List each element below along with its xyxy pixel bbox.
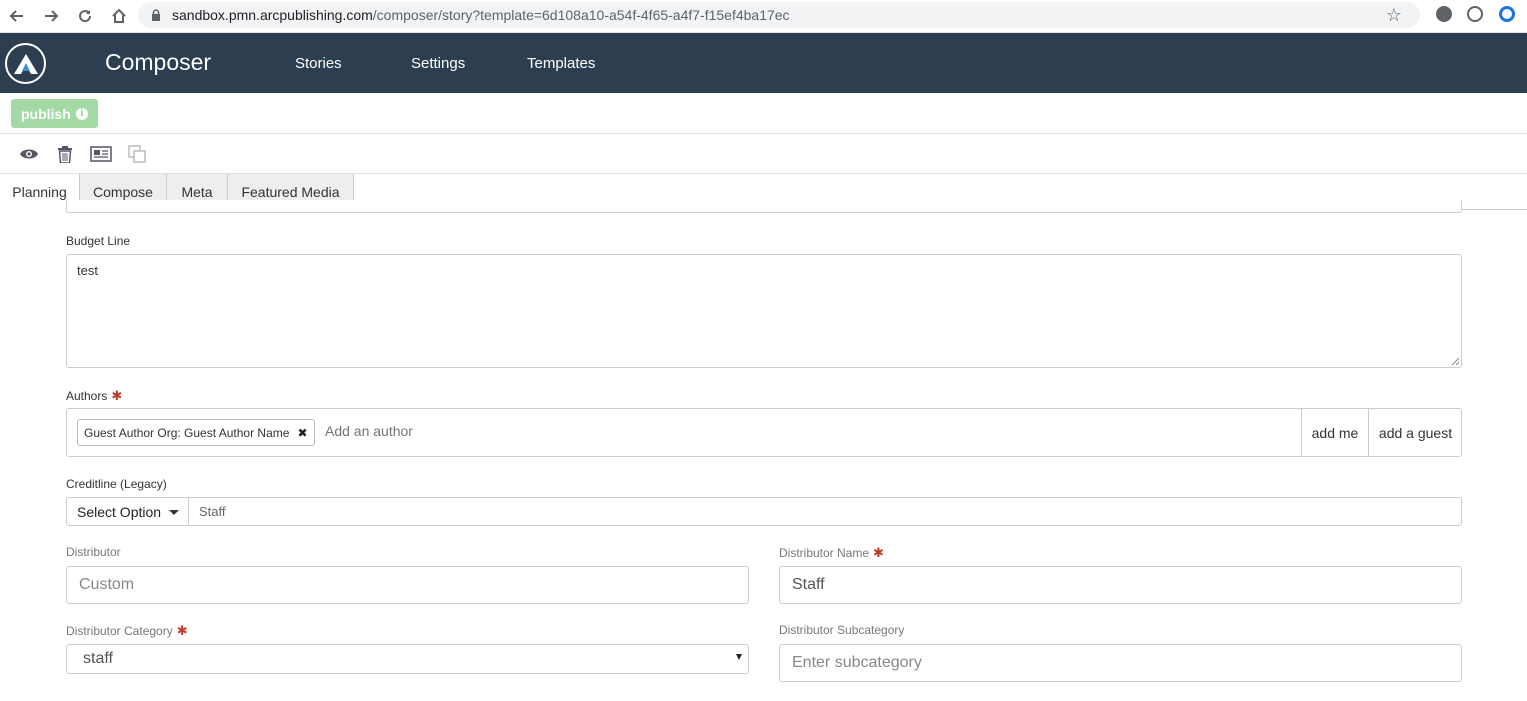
info-icon: i (75, 107, 88, 120)
extension-icon[interactable] (1436, 6, 1452, 22)
profile-icon[interactable] (1499, 6, 1515, 22)
url-path: /composer/story?template=6d108a10-a54f-4… (372, 7, 790, 23)
author-chip-label: Guest Author Org: Guest Author Name (84, 425, 290, 440)
creditline-select-label: Select Option (77, 504, 162, 520)
copy-icon[interactable] (126, 143, 148, 165)
scrolled-field-edge (66, 200, 1462, 213)
creditline-select[interactable]: Select Option (67, 498, 189, 526)
reload-icon[interactable] (68, 0, 102, 33)
publish-label: publish (21, 105, 71, 122)
budget-line-label: Budget Line (66, 234, 131, 248)
back-icon[interactable] (0, 0, 34, 33)
address-bar[interactable]: sandbox.pmn.arcpublishing.com/composer/s… (138, 2, 1420, 28)
bookmark-star-icon[interactable]: ☆ (1386, 5, 1402, 26)
distributor-subcategory-label: Distributor Subcategory (779, 623, 905, 637)
preview-eye-icon[interactable] (18, 143, 40, 165)
app-header: Composer Stories Settings Templates (0, 33, 1527, 93)
add-me-button[interactable]: add me (1301, 409, 1368, 456)
distributor-category-select[interactable]: staff (66, 644, 749, 674)
distributor-name-label: Distributor Name ✱ (779, 545, 884, 561)
nav-templates[interactable]: Templates (527, 55, 595, 72)
story-toolbar (0, 134, 1527, 174)
creditline-field: Select Option Staff (66, 497, 1462, 526)
distributor-name-label-text: Distributor Name (779, 546, 870, 560)
trash-icon[interactable] (54, 143, 76, 165)
forward-icon[interactable] (34, 0, 68, 33)
dropdown-arrow-icon (736, 654, 742, 660)
authors-field: Guest Author Org: Guest Author Name ✖ ad… (66, 408, 1462, 457)
distributor-name-input[interactable]: Staff (779, 566, 1462, 604)
distributor-category-label-text: Distributor Category (66, 624, 173, 638)
authors-label-text: Authors (66, 389, 108, 403)
newspaper-icon[interactable] (89, 143, 113, 165)
caret-down-icon (169, 509, 180, 515)
arc-logo-icon[interactable] (5, 43, 46, 84)
distributor-label: Distributor (66, 545, 121, 559)
resize-handle-icon[interactable] (1450, 356, 1460, 366)
distributor-category-value: staff (83, 650, 113, 667)
browser-bar: sandbox.pmn.arcpublishing.com/composer/s… (0, 0, 1527, 33)
required-mark: ✱ (111, 388, 123, 403)
distributor-input[interactable]: Custom (66, 566, 749, 604)
add-author-input[interactable] (325, 423, 1025, 439)
author-chip: Guest Author Org: Guest Author Name ✖ (77, 419, 315, 446)
creditline-label: Creditline (Legacy) (66, 477, 167, 491)
budget-line-textarea[interactable]: test (66, 254, 1462, 368)
url-host: sandbox.pmn.arcpublishing.com (172, 7, 373, 23)
authors-label: Authors ✱ (66, 388, 122, 404)
remove-author-icon[interactable]: ✖ (297, 426, 307, 440)
nav-settings[interactable]: Settings (411, 55, 465, 72)
add-guest-button[interactable]: add a guest (1368, 409, 1462, 456)
app-title: Composer (105, 49, 212, 75)
home-icon[interactable] (102, 0, 136, 33)
nav-stories[interactable]: Stories (295, 55, 342, 72)
creditline-input[interactable]: Staff (199, 504, 226, 519)
extension-icon-2[interactable] (1467, 6, 1483, 22)
budget-line-value: test (77, 263, 98, 278)
required-mark: ✱ (176, 623, 188, 638)
lock-icon (152, 9, 160, 21)
distributor-subcategory-input[interactable]: Enter subcategory (779, 644, 1462, 682)
distributor-category-label: Distributor Category ✱ (66, 623, 188, 639)
publish-bar: publish i (0, 93, 1527, 134)
required-mark: ✱ (873, 545, 884, 560)
publish-button[interactable]: publish i (11, 99, 98, 128)
